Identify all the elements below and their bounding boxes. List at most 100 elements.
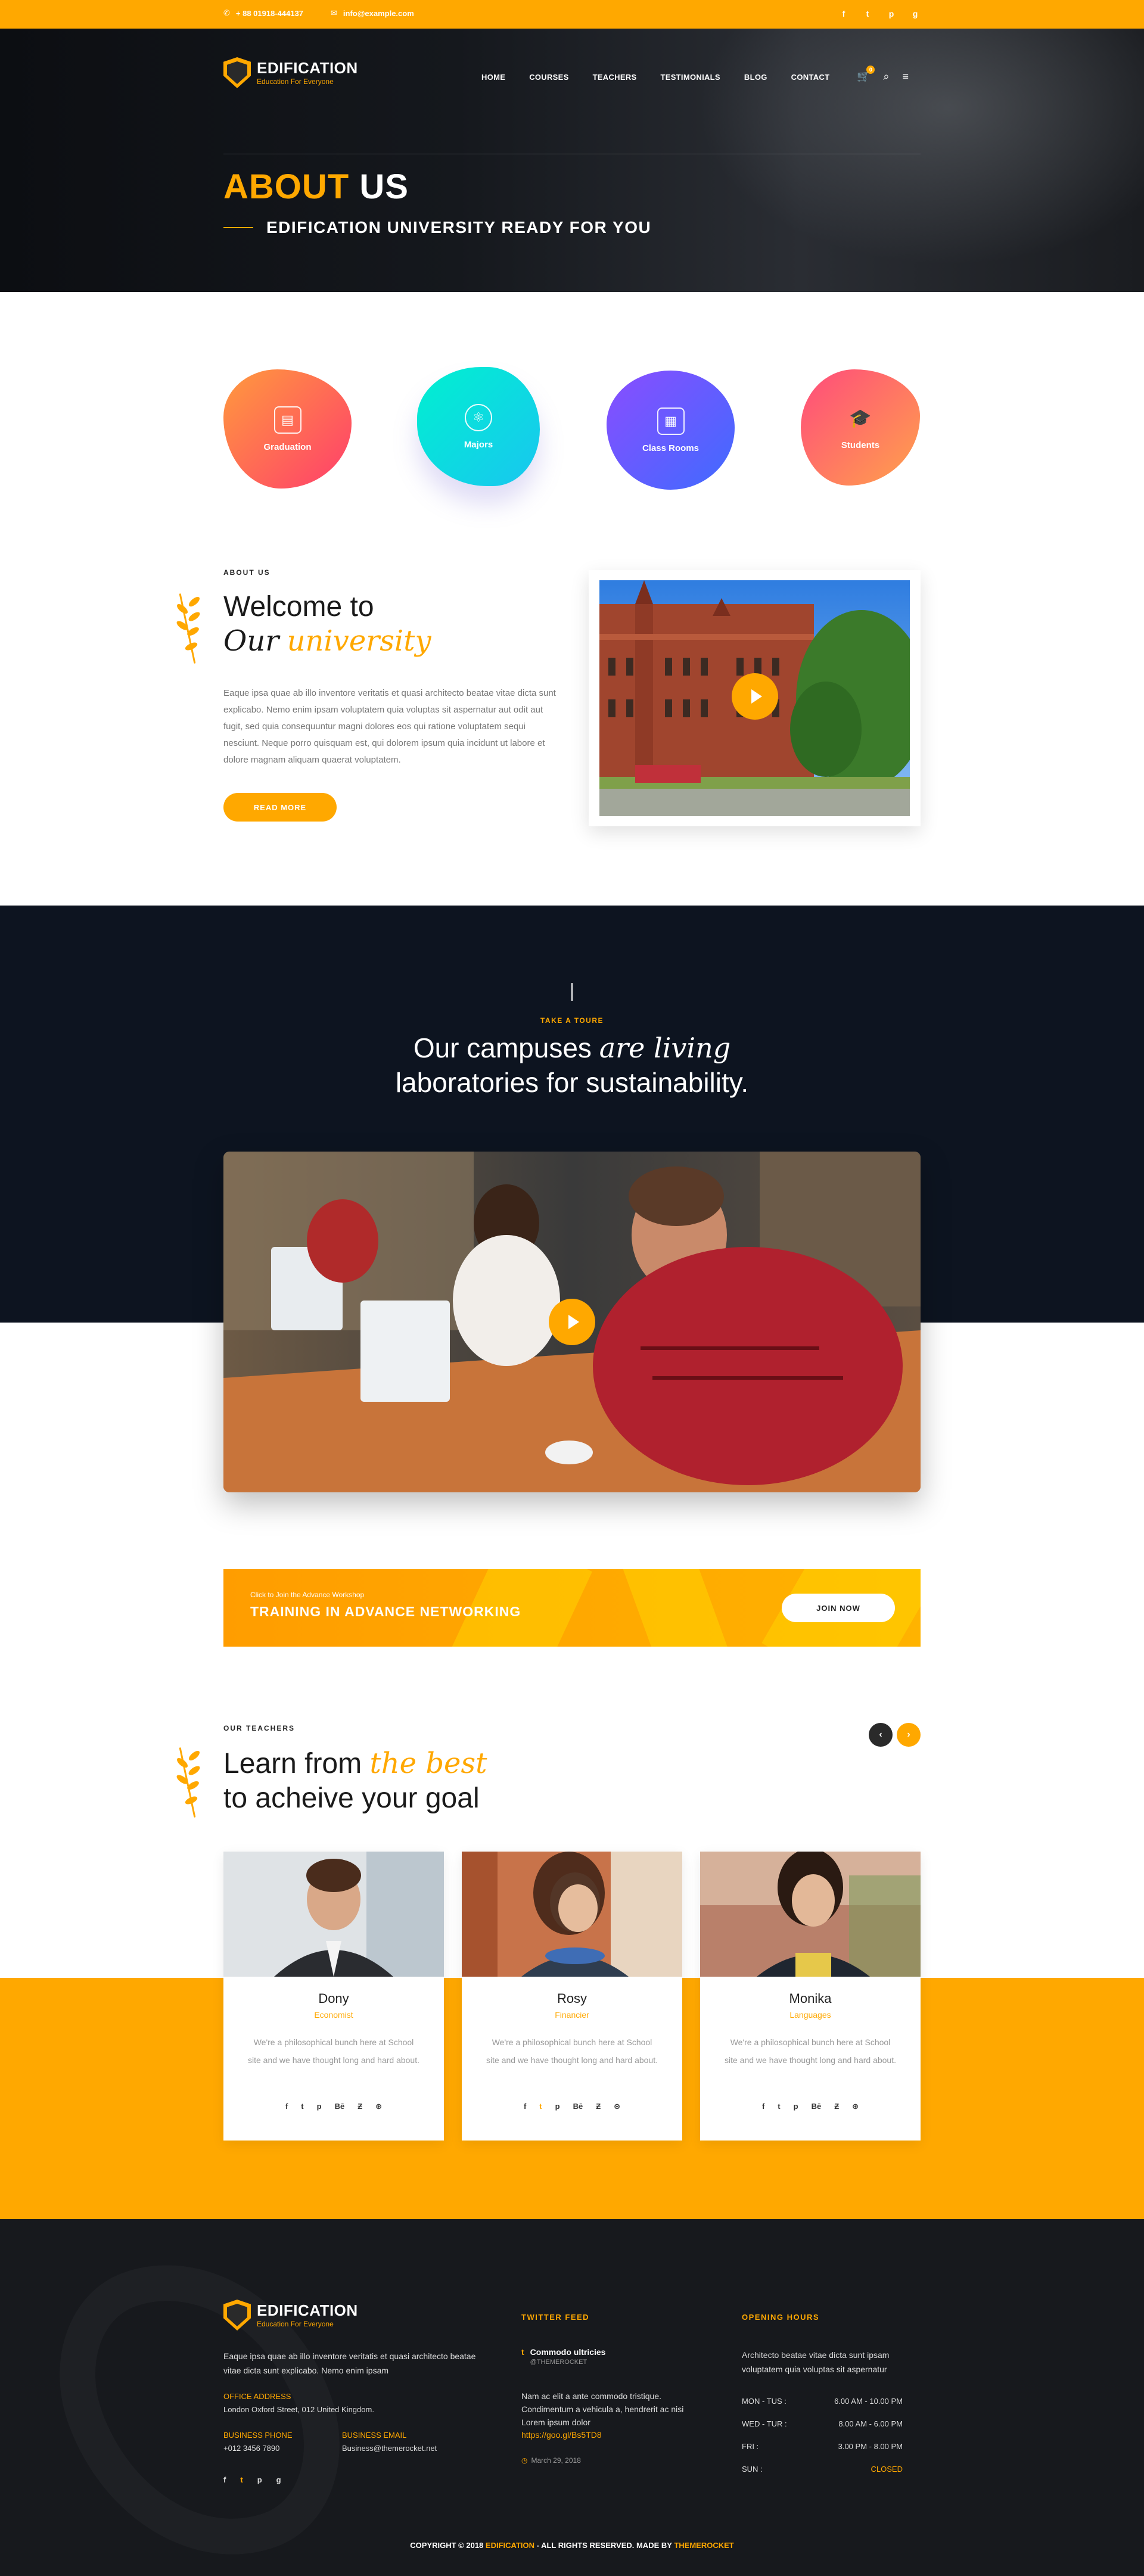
business-email-value[interactable]: Business@themerocket.net xyxy=(342,2441,437,2456)
teacher-card[interactable]: Rosy Financier We're a philosophical bun… xyxy=(462,1852,682,2141)
building-icon: ▦ xyxy=(657,407,685,435)
behance-icon[interactable]: Bē xyxy=(335,2102,345,2111)
banner-shape xyxy=(622,1569,730,1647)
hours-time: 3.00 PM - 8.00 PM xyxy=(838,2442,903,2451)
teacher-description: We're a philosophical bunch here at Scho… xyxy=(486,2037,658,2065)
pinterest-icon[interactable]: p xyxy=(257,2475,262,2484)
hours-day: WED - TUR : xyxy=(742,2419,787,2428)
xing-icon[interactable]: Ƶ xyxy=(596,2102,601,2111)
main-nav: HOME COURSES TEACHERS TESTIMONIALS BLOG … xyxy=(481,73,829,82)
mail-icon: ✉ xyxy=(331,8,337,17)
twitter-icon: t xyxy=(521,2347,524,2357)
google-plus-icon[interactable]: g xyxy=(910,8,921,19)
opening-hours-text: Architecto beatae vitae dicta sunt ipsam… xyxy=(742,2350,890,2374)
dribbble-icon[interactable]: ⊛ xyxy=(852,2102,859,2111)
page-title-part-1: ABOUT xyxy=(223,167,350,206)
campus-heading: Our campuses are living laboratories for… xyxy=(0,1031,1144,1100)
facebook-icon[interactable]: f xyxy=(524,2102,526,2111)
office-address-value: London Oxford Street, 012 United Kingdom… xyxy=(223,2405,374,2414)
twitter-icon[interactable]: t xyxy=(778,2102,780,2111)
about-heading-university: university xyxy=(287,624,431,658)
twitter-icon[interactable]: t xyxy=(862,8,873,19)
about-label: ABOUT US xyxy=(223,568,271,577)
nav-contact[interactable]: CONTACT xyxy=(791,73,830,82)
teacher-photo xyxy=(462,1852,682,1977)
logo-shield-icon xyxy=(223,2300,251,2331)
feature-label: Graduation xyxy=(263,441,312,452)
pinterest-icon[interactable]: p xyxy=(886,8,897,19)
nav-courses[interactable]: COURSES xyxy=(529,73,568,82)
cart-icon[interactable]: 🛒 0 xyxy=(857,66,875,83)
feature-students[interactable]: 🎓 Students xyxy=(801,369,920,486)
copyright-maker[interactable]: THEMEROCKET xyxy=(674,2541,733,2550)
prev-arrow-icon[interactable]: ‹ xyxy=(869,1723,893,1747)
pinterest-icon[interactable]: p xyxy=(317,2102,322,2111)
nav-testimonials[interactable]: TESTIMONIALS xyxy=(661,73,720,82)
feature-graduation[interactable]: ▤ Graduation xyxy=(223,369,352,489)
teacher-name: Rosy xyxy=(557,1991,587,2006)
twitter-icon[interactable]: t xyxy=(240,2475,243,2484)
teachers-heading-line-2: to acheive your goal xyxy=(223,1782,480,1814)
campus-play-button[interactable] xyxy=(549,1299,595,1345)
laurel-icon xyxy=(175,593,201,664)
footer-brand-tagline: Education For Everyone xyxy=(257,2319,334,2328)
teacher-description: We're a philosophical bunch here at Scho… xyxy=(725,2037,896,2065)
google-plus-icon[interactable]: g xyxy=(276,2475,281,2484)
read-more-button[interactable]: READ MORE xyxy=(223,793,337,822)
laurel-icon xyxy=(175,1747,201,1818)
menu-icon[interactable]: ≡ xyxy=(903,70,909,83)
search-icon[interactable]: ⌕ xyxy=(883,70,889,83)
logo-shield-icon xyxy=(223,57,251,88)
teacher-social: f t p Bē Ƶ ⊛ xyxy=(700,2102,921,2111)
teacher-name: Monika xyxy=(789,1991,832,2006)
tweet-link[interactable]: https://goo.gl/Bs5TD8 xyxy=(521,2430,602,2440)
facebook-icon[interactable]: f xyxy=(838,8,849,19)
campus-video[interactable] xyxy=(223,1152,921,1492)
dribbble-icon[interactable]: ⊛ xyxy=(614,2102,620,2111)
xing-icon[interactable]: Ƶ xyxy=(358,2102,362,2111)
pinterest-icon[interactable]: p xyxy=(794,2102,798,2111)
pinterest-icon[interactable]: p xyxy=(555,2102,560,2111)
brand-name: EDIFICATION xyxy=(257,58,358,77)
nav-blog[interactable]: BLOG xyxy=(744,73,767,82)
teacher-card[interactable]: Dony Economist We're a philosophical bun… xyxy=(223,1852,444,2141)
teachers-heading-part-2: the best xyxy=(369,1747,487,1780)
hours-row: SUN : CLOSED xyxy=(742,2465,915,2474)
page-title: ABOUT US xyxy=(223,167,409,207)
brand-tagline: Education For Everyone xyxy=(257,77,334,86)
opening-hours-title: OPENING HOURS xyxy=(742,2313,820,2322)
tweet: t Commodo ultricies @THEMEROCKET xyxy=(521,2347,605,2366)
copyright-brand[interactable]: EDIFICATION xyxy=(486,2541,534,2550)
nav-home[interactable]: HOME xyxy=(481,73,505,82)
behance-icon[interactable]: Bē xyxy=(812,2102,822,2111)
page-title-part-2: US xyxy=(359,167,409,206)
join-now-button[interactable]: JOIN NOW xyxy=(782,1594,895,1622)
teacher-role: Languages xyxy=(789,2010,831,2020)
topbar-phone[interactable]: ✆ + 88 01918-444137 xyxy=(223,8,303,18)
facebook-icon[interactable]: f xyxy=(223,2475,226,2484)
facebook-icon[interactable]: f xyxy=(285,2102,288,2111)
tweet-handle: @THEMEROCKET xyxy=(530,2359,587,2366)
nav-teachers[interactable]: TEACHERS xyxy=(593,73,637,82)
feature-label: Students xyxy=(841,440,880,450)
feature-class-rooms[interactable]: ▦ Class Rooms xyxy=(607,371,735,490)
feature-majors[interactable]: ⚛ Majors xyxy=(417,367,540,486)
topbar-email[interactable]: ✉ info@example.com xyxy=(331,8,414,18)
campus-heading-part-2: are living xyxy=(599,1032,731,1064)
teacher-name: Dony xyxy=(318,1991,349,2006)
xing-icon[interactable]: Ƶ xyxy=(834,2102,839,2111)
twitter-icon[interactable]: t xyxy=(301,2102,303,2111)
about-play-button[interactable] xyxy=(732,673,778,720)
dribbble-icon[interactable]: ⊛ xyxy=(375,2102,382,2111)
twitter-icon[interactable]: t xyxy=(539,2102,542,2111)
facebook-icon[interactable]: f xyxy=(762,2102,764,2111)
teacher-card[interactable]: Monika Languages We're a philosophical b… xyxy=(700,1852,921,2141)
footer-logo[interactable]: EDIFICATION Education For Everyone xyxy=(223,2300,358,2331)
behance-icon[interactable]: Bē xyxy=(573,2102,583,2111)
business-phone-value[interactable]: +012 3456 7890 xyxy=(223,2441,279,2456)
site-logo[interactable]: EDIFICATION Education For Everyone xyxy=(223,57,358,88)
cart-badge: 0 xyxy=(866,66,875,74)
next-arrow-icon[interactable]: › xyxy=(897,1723,921,1747)
teachers-label: OUR TEACHERS xyxy=(223,1724,296,1732)
tweet-text: Nam ac elit a ante commodo tristique. Co… xyxy=(521,2391,684,2427)
